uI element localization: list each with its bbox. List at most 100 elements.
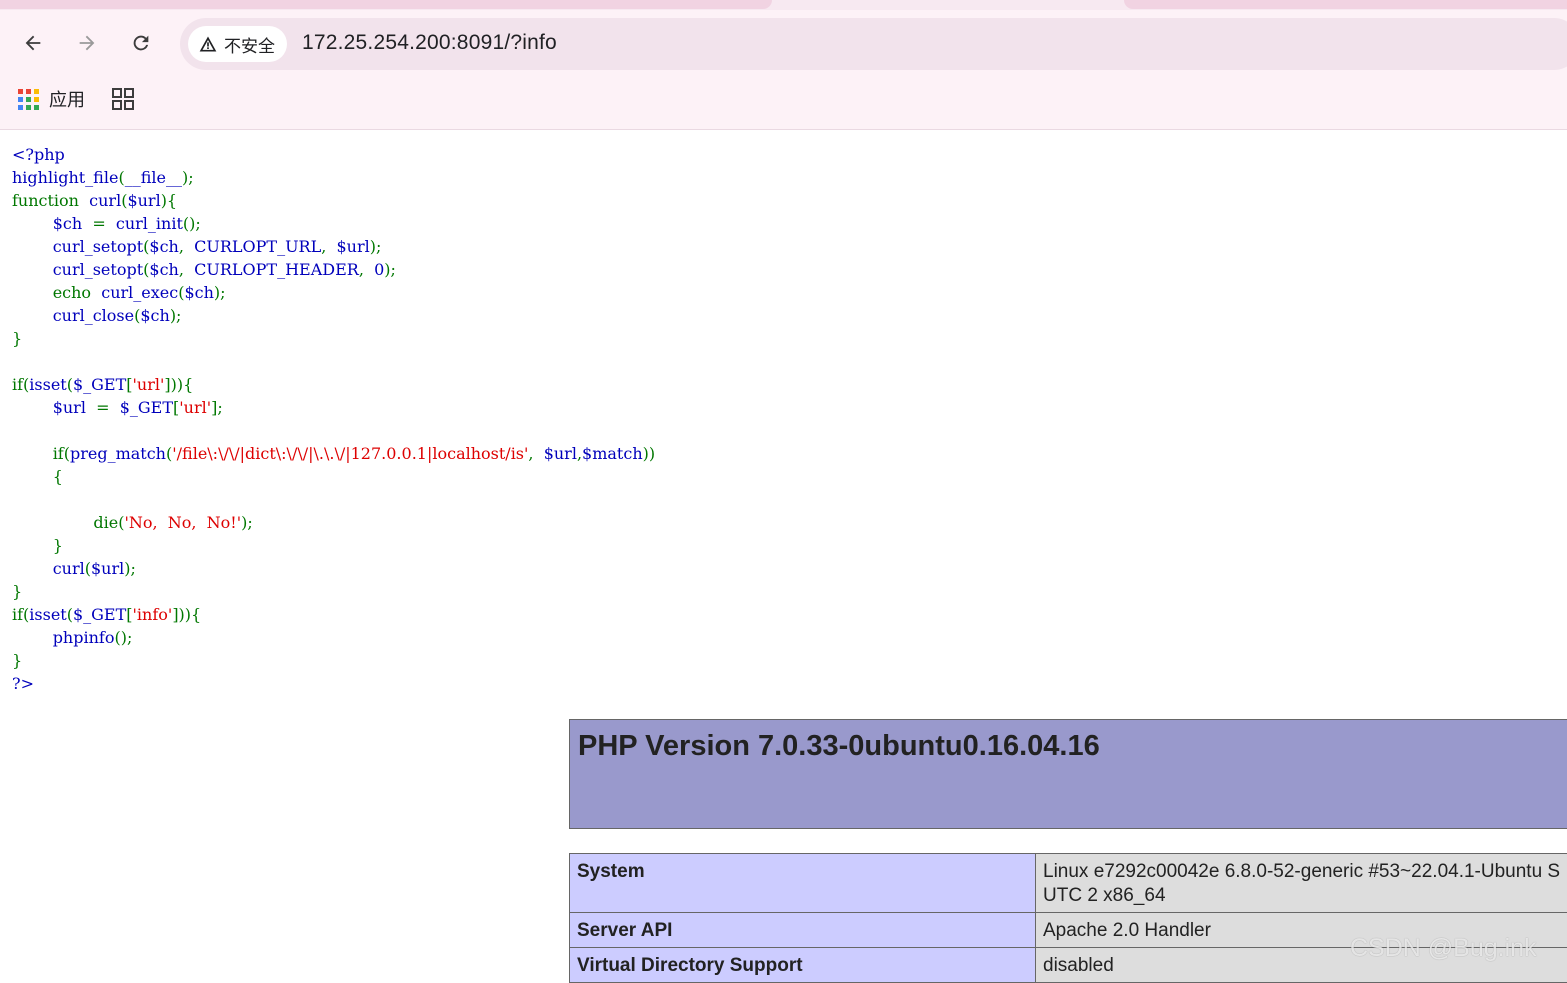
code-line: } [12,327,655,350]
code-token: (); [114,628,132,647]
code-token: , [179,237,194,256]
code-line: <?php [12,143,655,166]
code-token: , [528,444,543,463]
code-token: } [12,651,22,670]
code-token: echo [12,283,101,302]
code-token: preg_match [70,444,166,463]
code-token: CURLOPT_URL [194,237,321,256]
bookmark-apps[interactable]: 应用 [18,86,85,112]
tab[interactable] [1124,0,1567,9]
row-key: Virtual Directory Support [570,948,1036,983]
code-token: if( [12,605,29,624]
code-line: { [12,465,655,488]
code-token: ){ [161,191,177,210]
code-line: highlight_file(__file__); [12,166,655,189]
code-token [12,214,53,233]
code-line: } [12,580,655,603]
code-line [12,350,655,373]
code-token: ])){ [172,605,201,624]
code-token: , [321,237,336,256]
code-token: <?php [12,145,65,164]
tab[interactable] [0,0,772,9]
code-token: phpinfo [53,628,115,647]
code-line: if(isset($_GET['info'])){ [12,603,655,626]
warning-triangle-icon [198,34,218,54]
table-row: System Linux e7292c00042e 6.8.0-52-gener… [570,854,1567,913]
code-token: ); [384,260,396,279]
code-token: $url [544,444,577,463]
code-token [12,628,53,647]
url-text[interactable]: 172.25.254.200:8091/?info [302,31,557,55]
code-token: $ch [149,260,178,279]
code-line: curl_close($ch); [12,304,655,327]
code-token: (); [183,214,201,233]
code-token: 'url' [179,398,211,417]
code-token: ); [124,559,136,578]
code-token: ); [370,237,382,256]
address-bar[interactable]: 不安全 172.25.254.200:8091/?info [180,18,1567,70]
code-token: 0 [374,260,384,279]
code-token: ); [182,168,194,187]
php-version-title: PHP Version 7.0.33-0ubuntu0.16.04.16 [578,730,1100,763]
code-token: ); [170,306,182,325]
code-token: curl_init [116,214,183,233]
code-token: $ch [184,283,213,302]
code-token: = [92,214,116,233]
tab-strip [0,0,1567,10]
code-token: die( [12,513,124,532]
row-value: Linux e7292c00042e 6.8.0-52-generic #53~… [1036,854,1567,913]
code-token: ?> [12,674,34,693]
back-button[interactable] [16,26,50,60]
code-token: $url [336,237,369,256]
code-token: if( [12,444,70,463]
code-token: curl_exec [101,283,178,302]
tab-grid-icon[interactable] [111,87,135,111]
code-token: )) [643,444,655,463]
forward-button[interactable] [70,26,104,60]
security-label: 不安全 [224,32,275,57]
code-token: '/file\:\/\/|dict\:\/\/|\.\.\/|127.0.0.1… [172,444,528,463]
code-token: 'No, No, No!' [124,513,241,532]
code-line: die('No, No, No!'); [12,511,655,534]
forward-arrow-icon [76,32,98,54]
code-token: $match [582,444,643,463]
row-key: System [570,854,1036,913]
code-token [12,306,53,325]
code-line [12,488,655,511]
code-token: $ch [53,214,93,233]
code-token: ])){ [164,375,193,394]
code-token: curl_close [53,306,134,325]
browser-toolbar: 不安全 172.25.254.200:8091/?info [0,10,1567,76]
code-token: curl [89,191,121,210]
back-arrow-icon [22,32,44,54]
code-token: $_GET [120,398,173,417]
code-token: CURLOPT_HEADER [194,260,359,279]
bookmarks-bar: 应用 [0,76,1567,130]
watermark: CSDN @Bug.ink [1350,934,1537,963]
code-token: $_GET [73,375,126,394]
code-line: echo curl_exec($ch); [12,281,655,304]
phpinfo-header: PHP Version 7.0.33-0ubuntu0.16.04.16 [569,719,1567,829]
code-token: $ch [149,237,178,256]
code-token: isset [29,375,66,394]
code-token: ); [214,283,226,302]
code-token: { [12,467,63,486]
code-token: } [12,329,22,348]
reload-icon [130,32,152,54]
code-line: if(isset($_GET['url'])){ [12,373,655,396]
code-token: curl [53,559,85,578]
code-token: } [12,536,63,555]
security-indicator[interactable]: 不安全 [188,26,287,62]
code-token: curl_setopt [53,260,143,279]
code-token: , [179,260,194,279]
code-token: ]; [211,398,223,417]
code-token: highlight_file [12,168,118,187]
code-line: $url = $_GET['url']; [12,396,655,419]
code-token: curl_setopt [53,237,143,256]
code-token: , [359,260,374,279]
code-line: function curl($url){ [12,189,655,212]
code-line: } [12,534,655,557]
reload-button[interactable] [124,26,158,60]
code-token: isset [29,605,66,624]
apps-grid-icon [18,89,39,110]
